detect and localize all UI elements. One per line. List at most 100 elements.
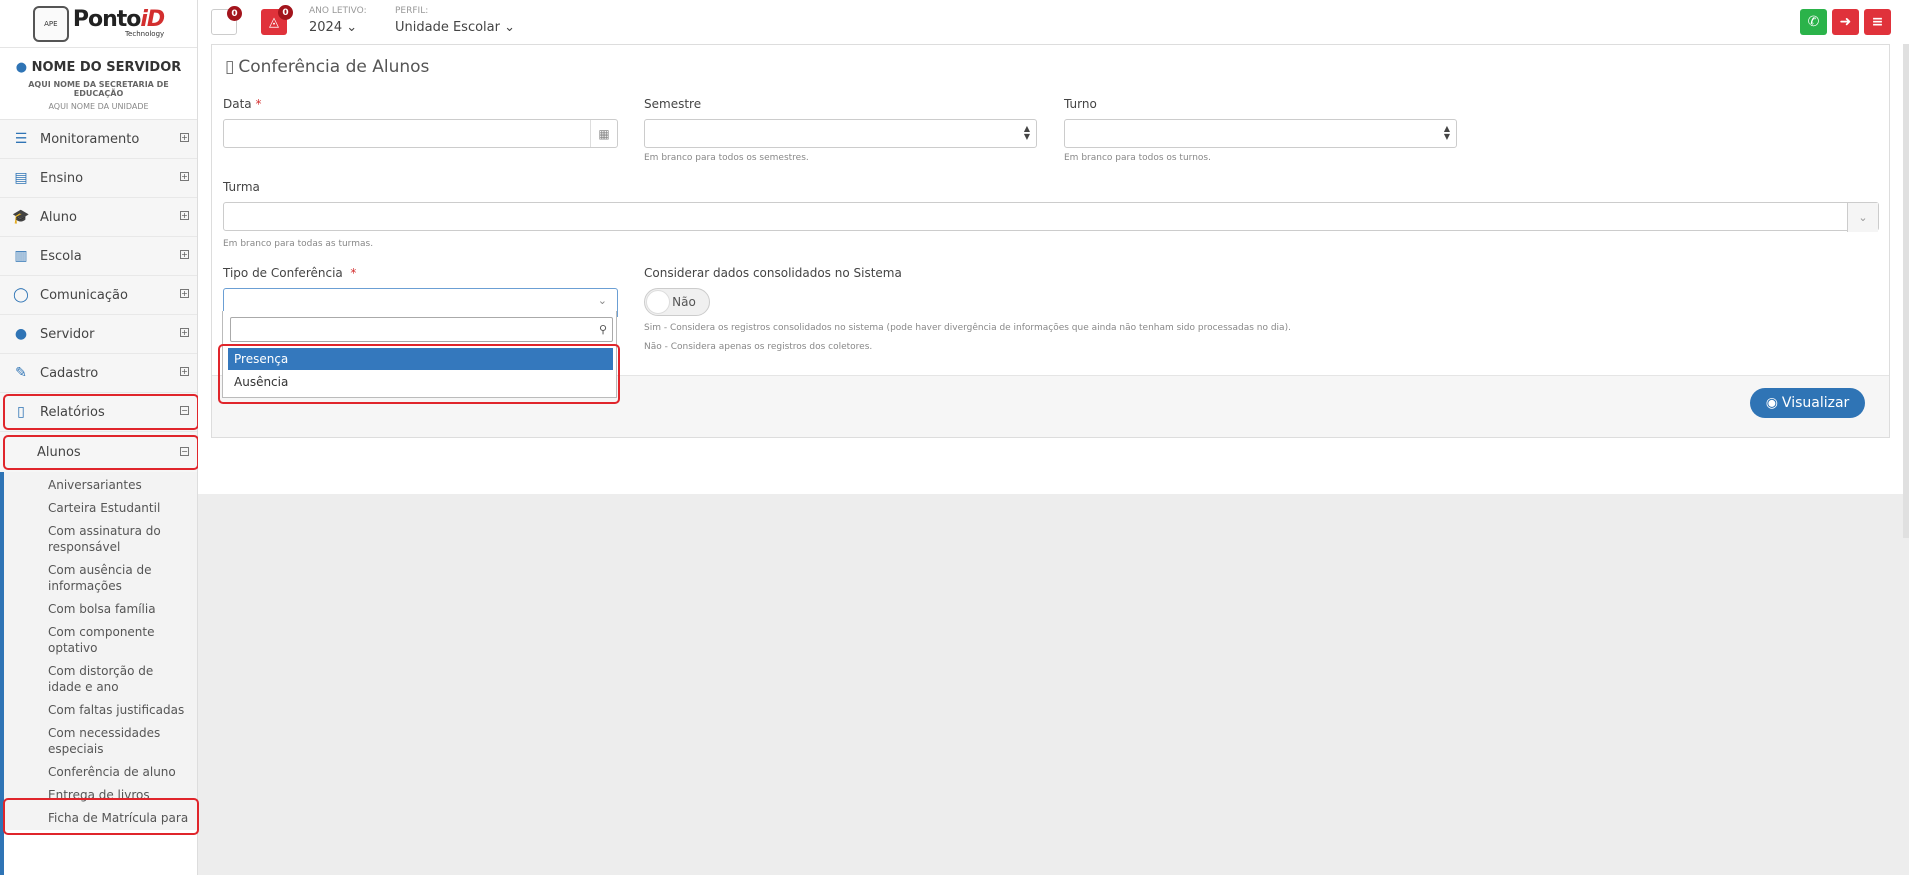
submenu-item[interactable]: Com assinatura do responsável (0, 520, 197, 559)
visualizar-button[interactable]: ◉ Visualizar (1750, 388, 1865, 418)
sidebar-submenu-alunos[interactable]: Alunos − (0, 432, 197, 472)
submenu-item[interactable]: Entrega de livros (0, 784, 197, 807)
sidebar-item-label: Relatórios (40, 404, 105, 420)
turno-label: Turno (1064, 97, 1097, 111)
ano-letivo-select[interactable]: 2024 ⌄ (309, 20, 357, 35)
file-text-icon: ▯ (17, 404, 25, 420)
collapse-icon: − (180, 447, 189, 456)
sidebar-item-aluno[interactable]: 🎓 Aluno + (0, 198, 197, 237)
option-presenca[interactable]: Presença (228, 348, 613, 370)
collapse-icon: − (180, 406, 189, 415)
chat-icon: ◯ (13, 287, 29, 303)
sidebar-item-servidor[interactable]: ● Servidor + (0, 315, 197, 354)
logout-icon: ➜ (1839, 14, 1852, 30)
submenu-item[interactable]: Com ausência de informações (0, 559, 197, 598)
whatsapp-icon: ✆ (1807, 14, 1820, 30)
logo-area[interactable]: APE PontoiD Technology (0, 0, 197, 48)
data-input[interactable]: ▦ (223, 119, 618, 148)
menu-button[interactable]: ≡ (1864, 9, 1891, 35)
submenu-list: Aniversariantes Carteira Estudantil Com as… (0, 472, 197, 830)
expand-icon: + (180, 133, 189, 142)
logo: APE PontoiD Technology (32, 5, 165, 42)
logo-subtitle: Technology (124, 30, 165, 38)
visualizar-label: Visualizar (1781, 395, 1850, 411)
submenu-item[interactable]: Com distorção de idade e ano (0, 660, 197, 699)
bank-icon: ▥ (14, 248, 28, 264)
chevron-down-icon: ⌄ (597, 294, 607, 307)
edit-icon: ✎ (15, 365, 27, 381)
logout-button[interactable]: ➜ (1832, 9, 1859, 35)
submenu-label: Alunos (37, 444, 81, 460)
required-mark: * (255, 97, 262, 111)
calendar-icon[interactable]: ▦ (590, 120, 617, 147)
sidebar-accent-stripe (0, 435, 4, 875)
top-bar: 0 ◬ 0 ANO LETIVO: 2024 ⌄ PERFIL: Unidade… (198, 0, 1909, 44)
ano-letivo-label: ANO LETIVO: (309, 6, 367, 16)
sidebar-item-ensino[interactable]: ▤ Ensino + (0, 159, 197, 198)
sidebar-item-relatorios[interactable]: ▯ Relatórios − (0, 393, 197, 432)
dropdown-search-input[interactable]: ⚲ (230, 317, 613, 342)
user-name: NOME DO SERVIDOR (31, 60, 182, 75)
user-icon: ● (15, 60, 28, 75)
sidebar-item-label: Servidor (40, 326, 95, 342)
consolidados-toggle[interactable]: Não (644, 288, 710, 316)
whatsapp-button[interactable]: ✆ (1800, 9, 1827, 35)
submenu-item[interactable]: Com necessidades especiais (0, 722, 197, 761)
expand-icon: + (180, 250, 189, 259)
submenu-item[interactable]: Com bolsa família (0, 598, 197, 621)
submenu-item[interactable]: Com componente optativo (0, 621, 197, 660)
turma-select[interactable]: ⌄ (223, 202, 1879, 232)
help-nao: Não - Considera apenas os registros dos … (644, 342, 873, 352)
select-arrows-icon: ▲ ▼ (1023, 124, 1030, 141)
sidebar-item-comunicacao[interactable]: ◯ Comunicação + (0, 276, 197, 315)
required-mark: * (350, 266, 357, 280)
turma-help: Em branco para todas as turmas. (223, 239, 374, 249)
turno-select[interactable]: ▲ ▼ (1064, 119, 1457, 148)
submenu-item[interactable]: Com faltas justificadas (0, 699, 197, 722)
semestre-select[interactable]: ▲ ▼ (644, 119, 1037, 148)
option-ausencia[interactable]: Ausência (228, 371, 613, 393)
sidebar-item-label: Aluno (40, 209, 77, 225)
sidebar-item-label: Escola (40, 248, 82, 264)
book-icon: ▤ (14, 170, 28, 186)
semestre-label: Semestre (644, 97, 702, 111)
sidebar-item-label: Monitoramento (40, 131, 140, 147)
turno-help: Em branco para todos os turnos. (1064, 153, 1211, 163)
submenu-item[interactable]: Aniversariantes (0, 474, 197, 497)
sidebar-item-label: Comunicação (40, 287, 128, 303)
sidebar: APE PontoiD Technology ● NOME DO SERVIDO… (0, 0, 198, 875)
sidebar-item-cadastro[interactable]: ✎ Cadastro + (0, 354, 197, 393)
submenu-item[interactable]: Carteira Estudantil (0, 497, 197, 520)
sliders-icon: ☰ (14, 131, 28, 147)
messages-badge: 0 (227, 6, 242, 21)
submenu-item[interactable]: Conferência de aluno (0, 761, 197, 784)
hamburger-icon: ≡ (1871, 14, 1884, 30)
submenu-item[interactable]: Ficha de Matrícula para (0, 807, 197, 830)
semestre-help: Em branco para todos os semestres. (644, 153, 809, 163)
messages-button[interactable]: 0 (211, 6, 242, 35)
expand-icon: + (180, 328, 189, 337)
consolidados-label: Considerar dados consolidados no Sistema (644, 266, 902, 280)
notifications-badge: 0 (278, 5, 293, 20)
logo-brand-accent: iD (140, 7, 165, 32)
chevron-down-icon[interactable]: ⌄ (1847, 203, 1878, 232)
sidebar-item-escola[interactable]: ▥ Escola + (0, 237, 197, 276)
notifications-button[interactable]: ◬ 0 (261, 5, 293, 35)
user-info: ● NOME DO SERVIDOR AQUI NOME DA SECRETAR… (0, 48, 197, 120)
perfil-select[interactable]: Unidade Escolar ⌄ (395, 20, 515, 35)
user-icon: ● (14, 326, 28, 342)
pdf-file-icon: ▯ (225, 57, 235, 77)
perfil-label: PERFIL: (395, 6, 429, 16)
tipo-conferencia-dropdown: ⚲ Presença Ausência (222, 311, 617, 398)
logo-hex-icon: APE (32, 5, 69, 42)
page-scrollbar[interactable] (1903, 44, 1909, 538)
bell-icon: ◬ (269, 14, 279, 30)
sidebar-menu: ☰ Monitoramento + ▤ Ensino + 🎓 Aluno + ▥ Escola + ◯ C… (0, 120, 197, 432)
expand-icon: + (180, 289, 189, 298)
user-unidade: AQUI NOME DA UNIDADE (48, 102, 149, 111)
eye-icon: ◉ (1765, 395, 1778, 411)
sidebar-item-monitoramento[interactable]: ☰ Monitoramento + (0, 120, 197, 159)
search-icon: ⚲ (598, 323, 607, 336)
tipo-conferencia-label: Tipo de Conferência (223, 266, 343, 280)
expand-icon: + (180, 367, 189, 376)
